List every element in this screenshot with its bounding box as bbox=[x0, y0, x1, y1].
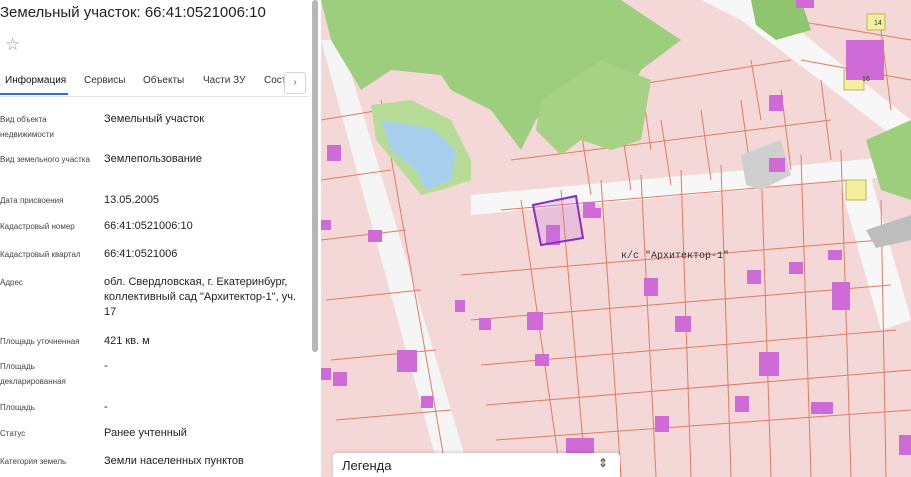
legend-title: Легенда bbox=[342, 458, 392, 473]
star-icon[interactable]: ☆ bbox=[5, 35, 20, 55]
legend-panel[interactable]: Легенда ⇕ bbox=[333, 453, 620, 477]
tab-services[interactable]: Сервисы bbox=[84, 75, 125, 86]
label-land-type: Вид земельного участка bbox=[0, 155, 90, 164]
value-cadastral-number: 66:41:0521006:10 bbox=[104, 220, 193, 232]
label-area-declared: Площадь декларированная bbox=[0, 362, 66, 386]
value-object-type: Земельный участок bbox=[104, 113, 205, 125]
value-address: обл. Свердловская, г. Екатеринбург, колл… bbox=[104, 276, 297, 318]
value-area-refined: 421 кв. м bbox=[104, 335, 150, 347]
active-tab-indicator bbox=[0, 93, 68, 95]
label-date: Дата присвоения bbox=[0, 196, 64, 205]
label-cadastral-number: Кадастровый номер bbox=[0, 222, 75, 231]
label-object-type: Вид объекта недвижимости bbox=[0, 115, 54, 139]
label-area-refined: Площадь уточненная bbox=[0, 337, 80, 346]
yellow-building bbox=[845, 179, 867, 201]
value-land-category: Земли населенных пунктов bbox=[104, 455, 244, 467]
house-number-14: 14 bbox=[874, 20, 882, 27]
label-cadastral-quarter: Кадастровый квартал bbox=[0, 250, 81, 259]
label-address: Адрес bbox=[0, 278, 23, 287]
value-cadastral-quarter: 66:41:0521006 bbox=[104, 248, 178, 260]
page-title: Земельный участок: 66:41:0521006:10 bbox=[0, 4, 266, 21]
tab-info[interactable]: Информация bbox=[5, 75, 66, 86]
house-number-16: 16 bbox=[862, 76, 870, 83]
value-date: 13.05.2005 bbox=[104, 194, 160, 206]
tab-parts[interactable]: Части ЗУ bbox=[203, 75, 245, 86]
label-area: Площадь bbox=[0, 403, 35, 412]
tab-bar: Информация Сервисы Объекты Части ЗУ Сост… bbox=[0, 64, 309, 97]
info-panel: Земельный участок: 66:41:0521006:10 ☆ Ин… bbox=[0, 0, 321, 477]
label-status: Статус bbox=[0, 429, 26, 438]
selected-parcel bbox=[531, 194, 585, 247]
chevron-right-icon[interactable]: › bbox=[284, 72, 306, 94]
tab-objects[interactable]: Объекты bbox=[143, 75, 184, 86]
panel-scrollbar[interactable] bbox=[312, 0, 318, 352]
chevron-updown-icon[interactable]: ⇕ bbox=[598, 456, 608, 470]
map-area-label: к/с "Архитектор-1" bbox=[621, 251, 730, 262]
value-area: - bbox=[104, 401, 108, 413]
label-land-category: Категория земель bbox=[0, 457, 67, 466]
map-view[interactable]: 14 16 к/с "Архитектор-1" bbox=[321, 0, 911, 477]
value-area-declared: - bbox=[104, 360, 108, 372]
map-canvas[interactable] bbox=[321, 0, 911, 477]
value-status: Ранее учтенный bbox=[104, 427, 187, 439]
value-land-type: Землепользование bbox=[104, 153, 203, 165]
